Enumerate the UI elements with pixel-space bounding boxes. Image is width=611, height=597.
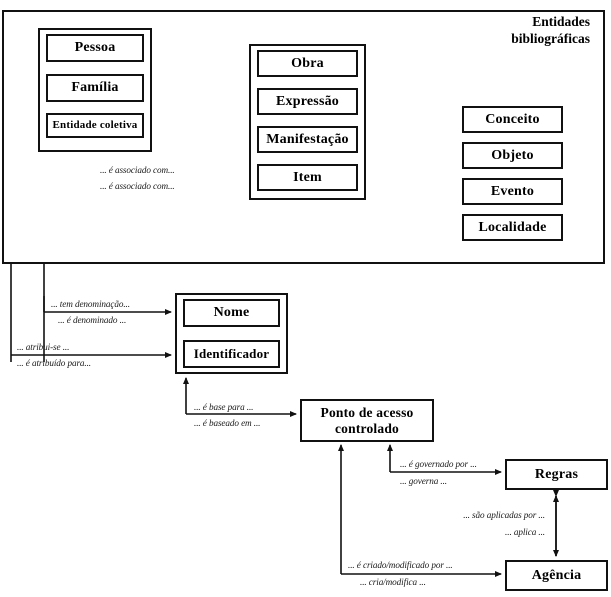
bibliographic-entities-diagram: Entidades bibliográficas Pessoa Família … xyxy=(0,0,611,597)
entity-conceito-label: Conceito xyxy=(485,111,540,127)
entity-manifestacao-label: Manifestação xyxy=(266,131,349,147)
entity-regras-label: Regras xyxy=(534,466,579,482)
entity-obra-label: Obra xyxy=(291,55,324,71)
entity-nome[interactable]: Nome xyxy=(183,299,280,327)
entity-familia[interactable]: Família xyxy=(46,74,144,102)
entity-item-label: Item xyxy=(293,169,322,185)
entity-ponto-de-acesso-line-1: Ponto de acesso xyxy=(320,404,414,420)
entity-entidade-coletiva[interactable]: Entidade coletiva xyxy=(46,113,144,138)
entity-entidade-coletiva-label: Entidade coletiva xyxy=(52,118,138,131)
entity-obra[interactable]: Obra xyxy=(257,50,358,77)
rel-label-cria-modifica: ... cria/modifica ... xyxy=(360,577,426,587)
panel-title: Entidades bibliográficas xyxy=(455,14,590,48)
entity-ponto-de-acesso-line-2: controlado xyxy=(334,420,399,436)
rel-label-atribui-se: ... atribui-se ... xyxy=(17,342,70,352)
entity-evento[interactable]: Evento xyxy=(462,178,563,205)
entity-pessoa-label: Pessoa xyxy=(74,40,116,56)
rel-label-aplica: ... aplica ... xyxy=(505,527,545,537)
panel-title-line-2: bibliográficas xyxy=(511,30,590,46)
entity-evento-label: Evento xyxy=(490,183,535,199)
entity-manifestacao[interactable]: Manifestação xyxy=(257,126,358,153)
rel-label-e-base-para: ... é base para ... xyxy=(194,402,254,412)
entity-regras[interactable]: Regras xyxy=(505,459,608,490)
rel-label-tem-denominacao: ... tem denominação... xyxy=(51,299,130,309)
entity-ponto-de-acesso-controlado[interactable]: Ponto de acesso controlado xyxy=(300,399,434,442)
rel-label-e-baseado-em: ... é baseado em ... xyxy=(194,418,261,428)
entity-objeto[interactable]: Objeto xyxy=(462,142,563,169)
rel-label-e-atribuido-para: ... é atribuído para... xyxy=(17,358,92,368)
entity-expressao[interactable]: Expressão xyxy=(257,88,358,115)
entity-identificador[interactable]: Identificador xyxy=(183,340,280,368)
entity-pessoa[interactable]: Pessoa xyxy=(46,34,144,62)
panel-title-line-1: Entidades xyxy=(532,14,590,29)
entity-identificador-label: Identificador xyxy=(193,345,270,361)
rel-label-associado-com-forward: ... é associado com... xyxy=(100,165,175,175)
entity-conceito[interactable]: Conceito xyxy=(462,106,563,133)
rel-label-e-denominado: ... é denominado ... xyxy=(58,315,127,325)
rel-label-sao-aplicadas-por: ... são aplicadas por ... xyxy=(463,510,545,520)
entity-expressao-label: Expressão xyxy=(276,93,339,109)
entity-objeto-label: Objeto xyxy=(491,147,534,163)
rel-label-governa: ... governa ... xyxy=(400,476,447,486)
entity-localidade-label: Localidade xyxy=(478,219,547,235)
rel-label-associado-com-reverse: ... é associado com... xyxy=(100,181,175,191)
entity-agencia[interactable]: Agência xyxy=(505,560,608,591)
rel-label-e-criado-modificado-por: ... é criado/modificado por ... xyxy=(348,560,453,570)
entity-item[interactable]: Item xyxy=(257,164,358,191)
entity-familia-label: Família xyxy=(71,80,119,96)
rel-label-e-governado-por: ... é governado por ... xyxy=(400,459,477,469)
entity-agencia-label: Agência xyxy=(531,567,582,583)
entity-nome-label: Nome xyxy=(213,305,250,321)
entity-localidade[interactable]: Localidade xyxy=(462,214,563,241)
